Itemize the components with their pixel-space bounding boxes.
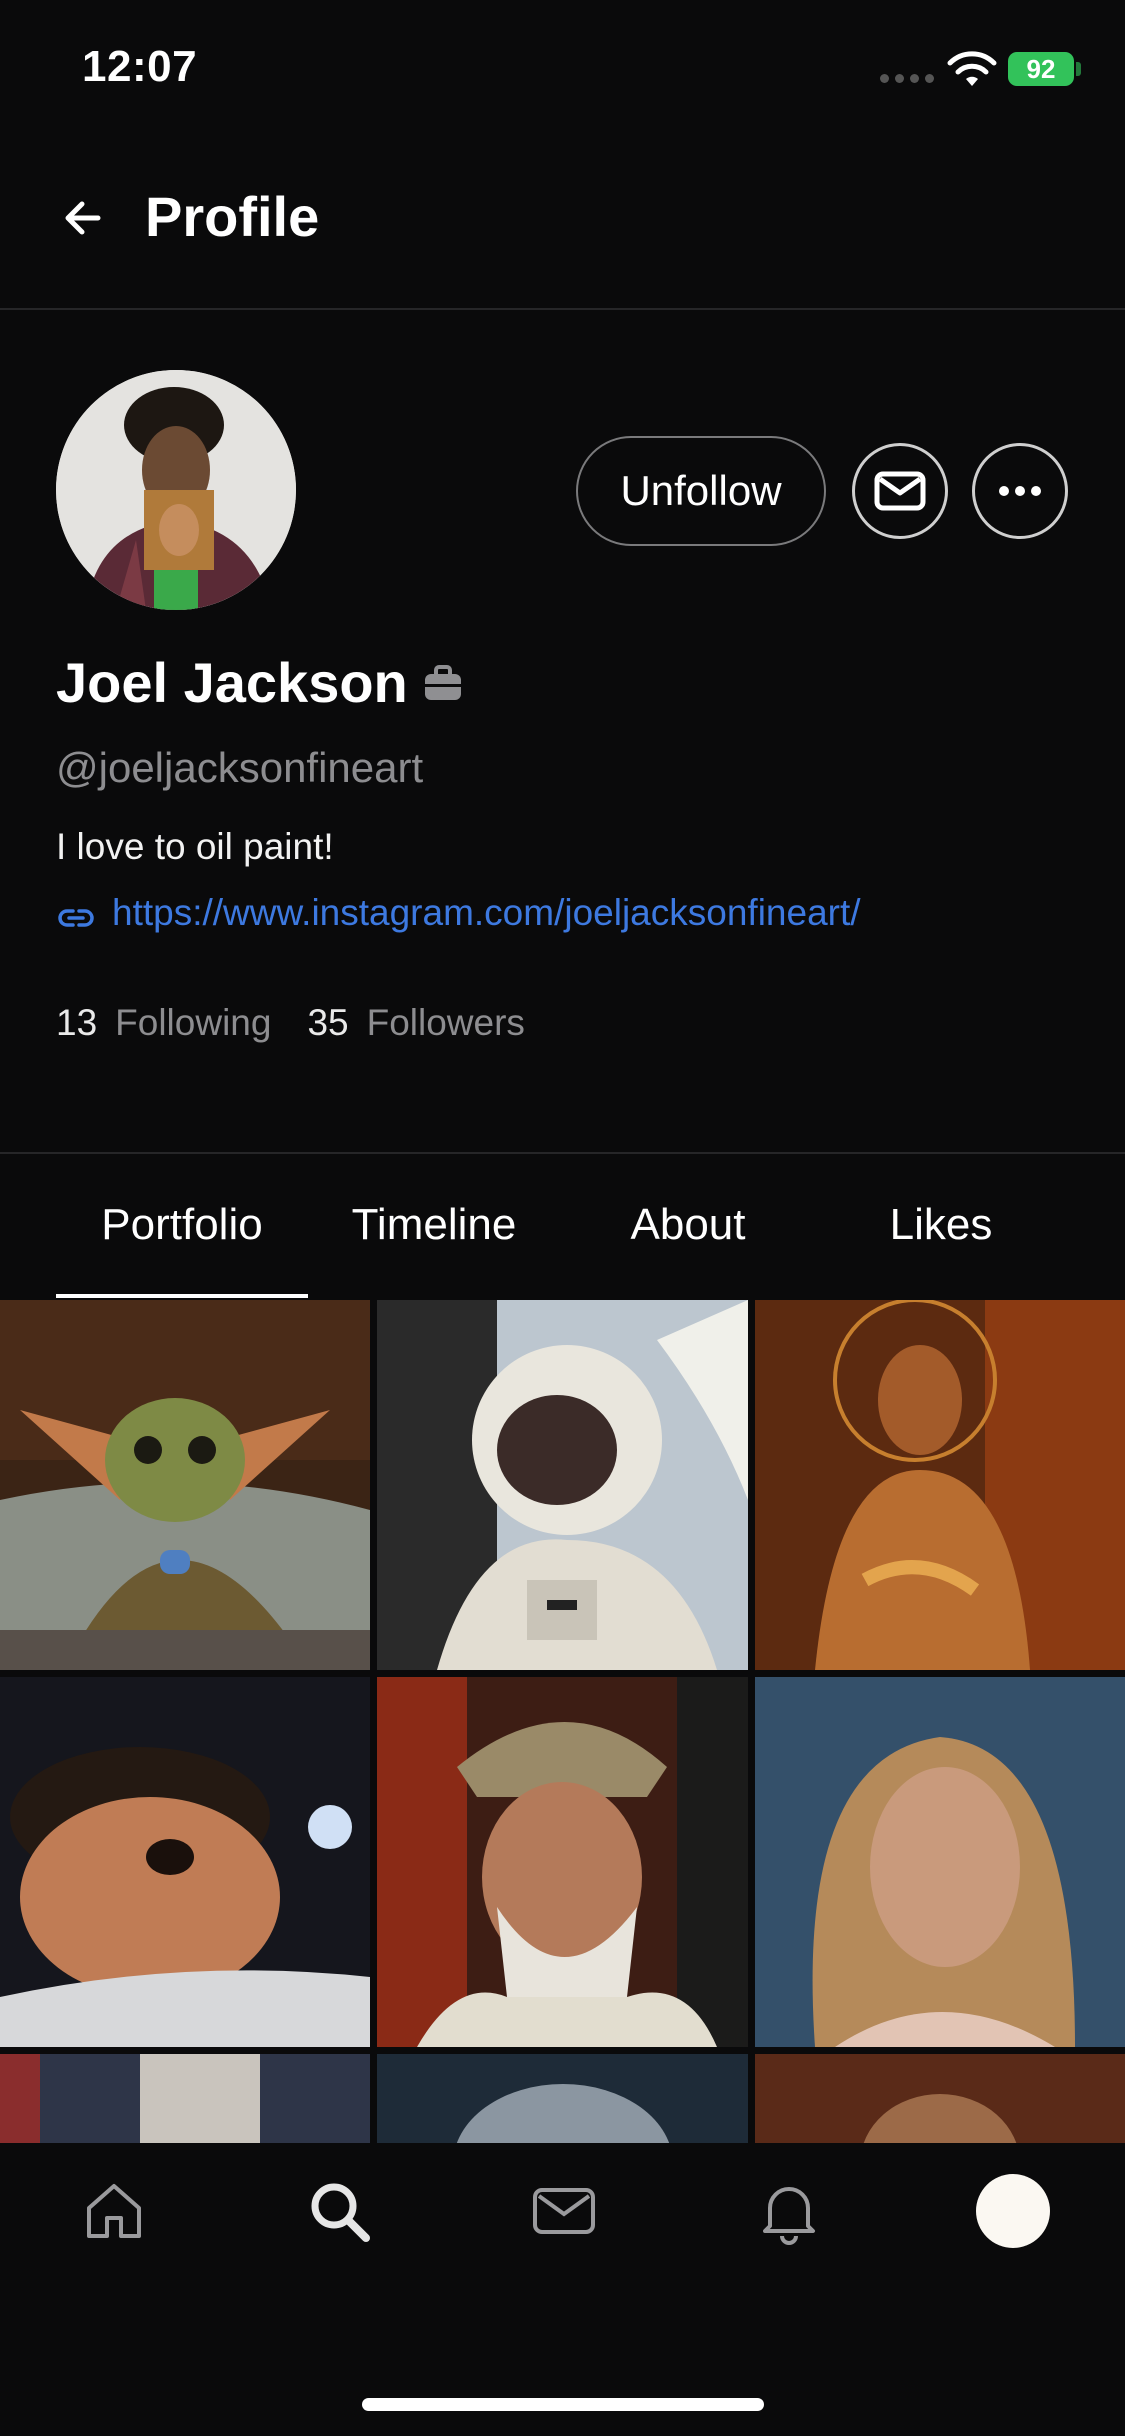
profile-bio: I love to oil paint! <box>56 826 334 867</box>
search-icon[interactable] <box>304 2176 374 2246</box>
portfolio-item[interactable] <box>0 1300 370 1670</box>
ellipsis-icon <box>999 486 1041 496</box>
tab-about[interactable]: About <box>562 1200 814 1250</box>
followers-count[interactable]: 35 <box>307 1002 348 1044</box>
profile-website-link[interactable]: https://www.instagram.com/joeljacksonfin… <box>112 892 861 934</box>
mail-icon <box>874 471 926 511</box>
unfollow-button[interactable]: Unfollow <box>576 436 826 546</box>
active-tab-indicator <box>56 1294 308 1298</box>
portfolio-item[interactable] <box>0 1677 370 2047</box>
profile-name: Joel Jackson <box>56 651 408 714</box>
profile-handle: @joeljacksonfineart <box>56 744 424 791</box>
following-count[interactable]: 13 <box>56 1002 97 1044</box>
mail-icon[interactable] <box>529 2176 599 2246</box>
wifi-icon <box>947 51 997 86</box>
portfolio-item[interactable] <box>755 1677 1125 2047</box>
profile-avatar[interactable] <box>976 2174 1050 2248</box>
profile-avatar[interactable] <box>56 370 296 610</box>
bell-icon[interactable] <box>754 2176 824 2246</box>
tab-portfolio[interactable]: Portfolio <box>56 1200 308 1250</box>
following-label[interactable]: Following <box>115 1002 271 1044</box>
follow-stats: 13 Following 35 Followers <box>56 1002 561 1044</box>
portfolio-item[interactable] <box>377 1677 748 2047</box>
portfolio-item[interactable] <box>377 2054 748 2154</box>
back-arrow-icon[interactable] <box>56 190 112 246</box>
message-button[interactable] <box>852 443 948 539</box>
tab-likes[interactable]: Likes <box>815 1200 1067 1250</box>
home-indicator[interactable] <box>362 2398 764 2411</box>
status-time: 12:07 <box>82 42 198 91</box>
portfolio-item[interactable] <box>755 1300 1125 1670</box>
battery-icon: 92 <box>1008 52 1074 86</box>
followers-label[interactable]: Followers <box>367 1002 525 1044</box>
portfolio-item[interactable] <box>0 2054 370 2154</box>
link-icon <box>58 909 94 927</box>
briefcase-icon <box>425 665 461 700</box>
tab-timeline[interactable]: Timeline <box>308 1200 560 1250</box>
cellular-signal-icon <box>880 74 934 83</box>
portfolio-item[interactable] <box>755 2054 1125 2154</box>
battery-nub <box>1076 62 1081 76</box>
portfolio-item[interactable] <box>377 1300 748 1670</box>
section-divider <box>0 1152 1125 1154</box>
page-title: Profile <box>145 185 320 248</box>
header-divider <box>0 308 1125 310</box>
battery-level: 92 <box>1026 53 1056 84</box>
home-icon[interactable] <box>79 2176 149 2246</box>
more-options-button[interactable] <box>972 443 1068 539</box>
